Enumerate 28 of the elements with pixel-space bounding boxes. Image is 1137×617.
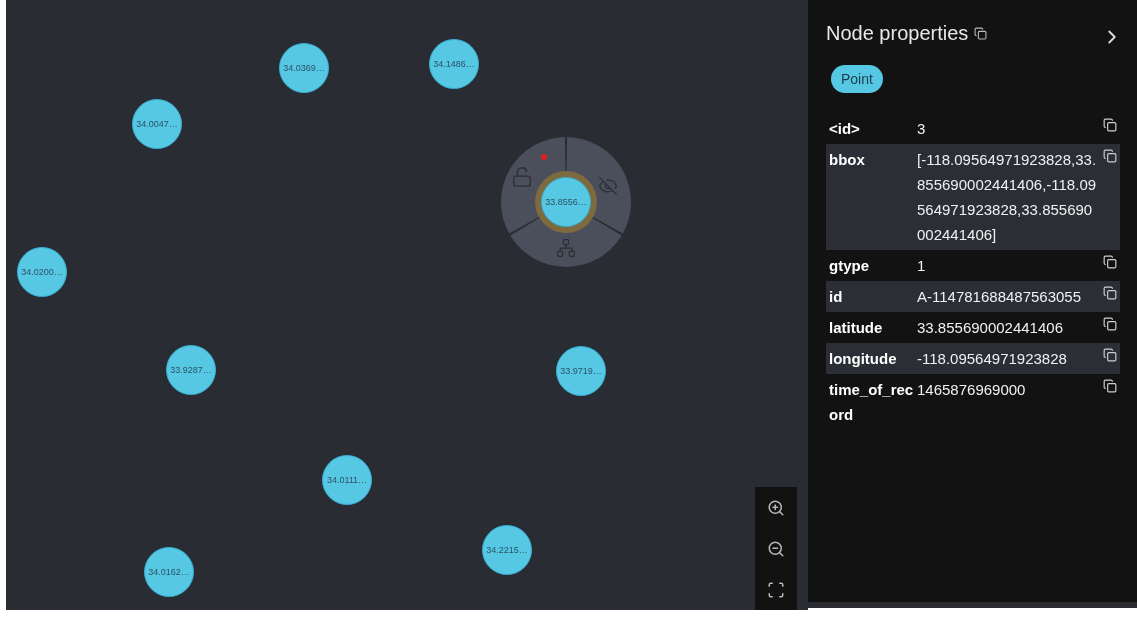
graph-node[interactable]: 33.9287…	[166, 345, 216, 395]
property-key: id	[829, 284, 917, 309]
graph-node[interactable]: 34.0047…	[132, 99, 182, 149]
property-value: 1	[917, 256, 927, 276]
graph-node[interactable]: 34.1486…	[429, 39, 479, 89]
property-value: [-118.09564971923828,33.855690002441406,-118.09564971923828,33.855690002441406]	[917, 150, 1097, 245]
graph-node[interactable]: 34.2215…	[482, 525, 532, 575]
label-chip[interactable]: Point	[831, 65, 883, 93]
graph-node[interactable]: 33.9719…	[556, 346, 606, 396]
property-value: -118.09564971923828	[917, 349, 1068, 369]
graph-node[interactable]: 34.0200…	[17, 247, 67, 297]
property-key: latitude	[829, 315, 917, 340]
panel-title: Node properties	[826, 22, 969, 45]
graph-node[interactable]: 34.0111…	[322, 455, 372, 505]
property-key: <id>	[829, 116, 917, 141]
indicator-dot-icon	[541, 154, 547, 160]
property-key: gtype	[829, 253, 917, 278]
property-value: A-114781688487563055	[917, 287, 1083, 307]
property-value: 3	[917, 119, 927, 139]
copy-icon[interactable]	[974, 27, 988, 40]
graph-node[interactable]: 34.0162…	[144, 547, 194, 597]
property-key: bbox	[829, 147, 917, 247]
graph-canvas[interactable]: 34.0369… 34.1486… 34.0047… 33.8556… 34.0200… 33.9287… 33.9719… 34.0111… 34.2215… 34.0162…	[6, 0, 808, 610]
graph-node[interactable]: 34.0369…	[279, 43, 329, 93]
property-value: 1465876969000	[917, 380, 1027, 400]
property-value: 33.855690002441406	[917, 318, 1064, 338]
property-key: longitude	[829, 346, 917, 371]
property-key: time_of_record	[829, 377, 917, 427]
